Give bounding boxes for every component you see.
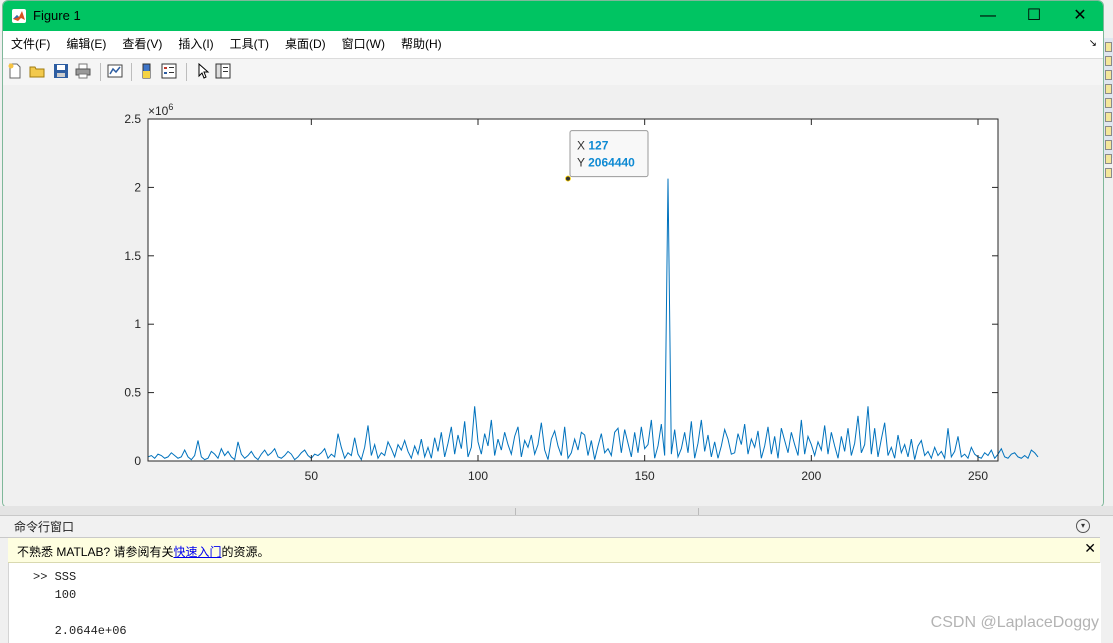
toolbar-separator bbox=[186, 63, 187, 81]
y-tick-label: 1 bbox=[134, 317, 141, 331]
toolbar-separator bbox=[100, 63, 101, 81]
new-figure-icon[interactable] bbox=[7, 63, 23, 79]
x-tick-label: 250 bbox=[968, 469, 988, 483]
maximize-button[interactable]: ☐ bbox=[1011, 1, 1057, 31]
x-tick-label: 200 bbox=[801, 469, 821, 483]
toolbar bbox=[3, 59, 1103, 86]
menu-view[interactable]: 查看(V) bbox=[114, 31, 170, 58]
colorbar-icon[interactable] bbox=[139, 63, 155, 79]
watermark: CSDN @LaplaceDoggy bbox=[930, 614, 1099, 631]
y-tick-label: 2.5 bbox=[124, 112, 141, 126]
y-exponent-label: ×106 bbox=[148, 102, 173, 118]
x-tick-label: 150 bbox=[635, 469, 655, 483]
menu-insert[interactable]: 插入(I) bbox=[170, 31, 221, 58]
getting-started-banner: 不熟悉 MATLAB? 请参阅有关快速入门的资源。 ✕ bbox=[8, 538, 1100, 563]
figure-canvas: 50 100 150 200 250 0 0.5 1 1.5 2 2.5 ×106 X 127 Y 2… bbox=[3, 85, 1103, 507]
edit-plot-arrow-icon[interactable] bbox=[195, 62, 211, 79]
save-icon[interactable] bbox=[53, 63, 69, 79]
command-window-header: 命令行窗口 ▾ bbox=[0, 516, 1100, 538]
menu-help[interactable]: 帮助(H) bbox=[393, 31, 450, 58]
desktop-background-strip bbox=[1103, 38, 1113, 178]
menu-tools[interactable]: 工具(T) bbox=[222, 31, 277, 58]
dock-arrow-icon[interactable]: ↘ bbox=[1089, 38, 1097, 49]
banner-close-icon[interactable]: ✕ bbox=[1084, 540, 1096, 557]
x-tick-label: 100 bbox=[468, 469, 488, 483]
property-inspector-icon[interactable] bbox=[215, 63, 231, 79]
window-title: Figure 1 bbox=[33, 8, 81, 23]
y-tick-label: 0.5 bbox=[124, 386, 141, 400]
link-plot-icon[interactable] bbox=[107, 63, 123, 79]
minimize-button[interactable]: — bbox=[965, 1, 1011, 31]
command-window-title: 命令行窗口 bbox=[14, 520, 75, 534]
command-line: >> SSS bbox=[33, 570, 77, 584]
matlab-logo-icon bbox=[12, 9, 26, 23]
menu-edit[interactable]: 编辑(E) bbox=[58, 31, 114, 58]
menu-file[interactable]: 文件(F) bbox=[3, 31, 58, 58]
line-plot[interactable]: 50 100 150 200 250 0 0.5 1 1.5 2 2.5 ×106 X 127 Y 2… bbox=[3, 85, 1103, 507]
toolbar-separator bbox=[131, 63, 132, 81]
command-output-line: 2.0644e+06 bbox=[33, 624, 127, 638]
banner-prefix: 不熟悉 MATLAB? 请参阅有关 bbox=[17, 545, 174, 559]
datatip-marker[interactable] bbox=[565, 175, 571, 182]
legend-icon[interactable] bbox=[161, 63, 177, 79]
panel-actions-icon[interactable]: ▾ bbox=[1076, 519, 1090, 533]
close-button[interactable]: ✕ bbox=[1057, 1, 1103, 31]
datatip-y-label: Y 2064440 bbox=[577, 156, 635, 170]
datatip-x-label: X 127 bbox=[577, 139, 609, 153]
banner-suffix: 的资源。 bbox=[221, 545, 270, 559]
y-tick-label: 1.5 bbox=[124, 249, 141, 263]
title-bar[interactable]: Figure 1 — ☐ ✕ bbox=[3, 1, 1103, 31]
y-tick-label: 0 bbox=[134, 454, 141, 468]
pane-divider[interactable] bbox=[0, 506, 1113, 516]
y-tick-label: 2 bbox=[134, 180, 141, 194]
menu-window[interactable]: 窗口(W) bbox=[334, 31, 393, 58]
command-output-line: 100 bbox=[33, 588, 77, 602]
print-icon[interactable] bbox=[75, 63, 91, 79]
menu-bar: 文件(F) 编辑(E) 查看(V) 插入(I) 工具(T) 桌面(D) 窗口(W) 帮助(H)… bbox=[3, 31, 1103, 59]
figure-window: Figure 1 — ☐ ✕ 文件(F) 编辑(E) 查看(V) 插入(I) 工具(T)… bbox=[2, 0, 1104, 508]
menu-desktop[interactable]: 桌面(D) bbox=[277, 31, 334, 58]
open-file-icon[interactable] bbox=[29, 63, 45, 79]
x-tick-label: 50 bbox=[305, 469, 319, 483]
datatip-box[interactable] bbox=[569, 130, 649, 178]
getting-started-link[interactable]: 快速入门 bbox=[173, 545, 221, 559]
